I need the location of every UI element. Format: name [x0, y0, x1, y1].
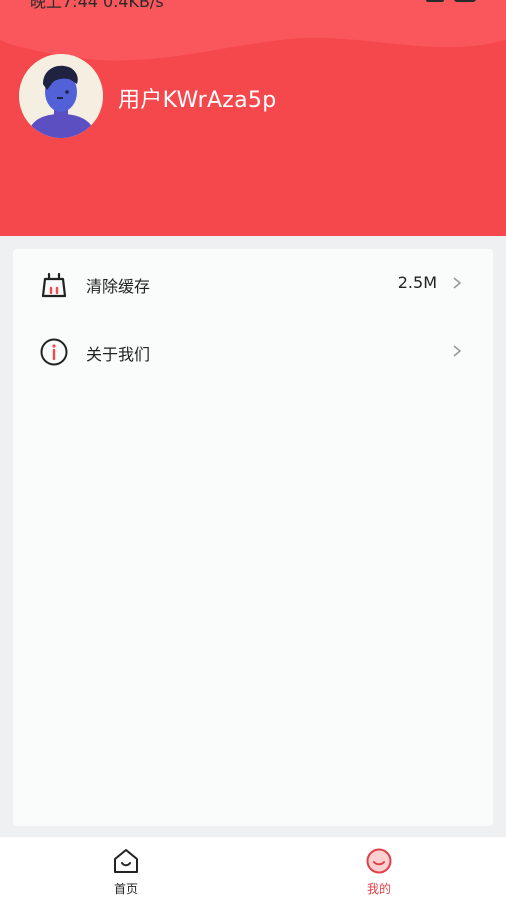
chevron-right-icon [453, 277, 462, 289]
chevron-right-icon [453, 345, 462, 357]
tab-label: 我的 [366, 882, 391, 896]
menu-item-label: 关于我们 [86, 345, 151, 364]
signal-icon [426, 0, 444, 2]
bag-icon [41, 272, 67, 298]
user-avatar-icon [19, 54, 103, 138]
home-icon [114, 849, 138, 873]
bottom-tab-bar: 首页 我的 [0, 837, 506, 900]
profile-icon [366, 848, 392, 874]
info-icon [40, 338, 68, 366]
status-icons [426, 0, 476, 2]
username: 用户KWrAza5p [118, 88, 277, 113]
status-time: 晚上7:44 0.4KB/s [30, 0, 164, 11]
status-bar: 晚上7:44 0.4KB/s [0, 0, 506, 12]
profile-header: 晚上7:44 0.4KB/s 用户KWrAza5p [0, 0, 506, 236]
cache-size-value: 2.5M [397, 273, 437, 292]
tab-home[interactable]: 首页 [86, 837, 166, 900]
settings-card: 清除缓存 2.5M 关于我们 [13, 249, 493, 826]
tab-label: 首页 [113, 882, 138, 896]
menu-item-clear-cache[interactable]: 清除缓存 2.5M [13, 249, 493, 317]
avatar[interactable] [19, 54, 103, 138]
menu-item-about-us[interactable]: 关于我们 [13, 317, 493, 385]
menu-item-label: 清除缓存 [86, 277, 151, 296]
battery-icon [454, 0, 476, 2]
tab-mine[interactable]: 我的 [339, 837, 419, 900]
